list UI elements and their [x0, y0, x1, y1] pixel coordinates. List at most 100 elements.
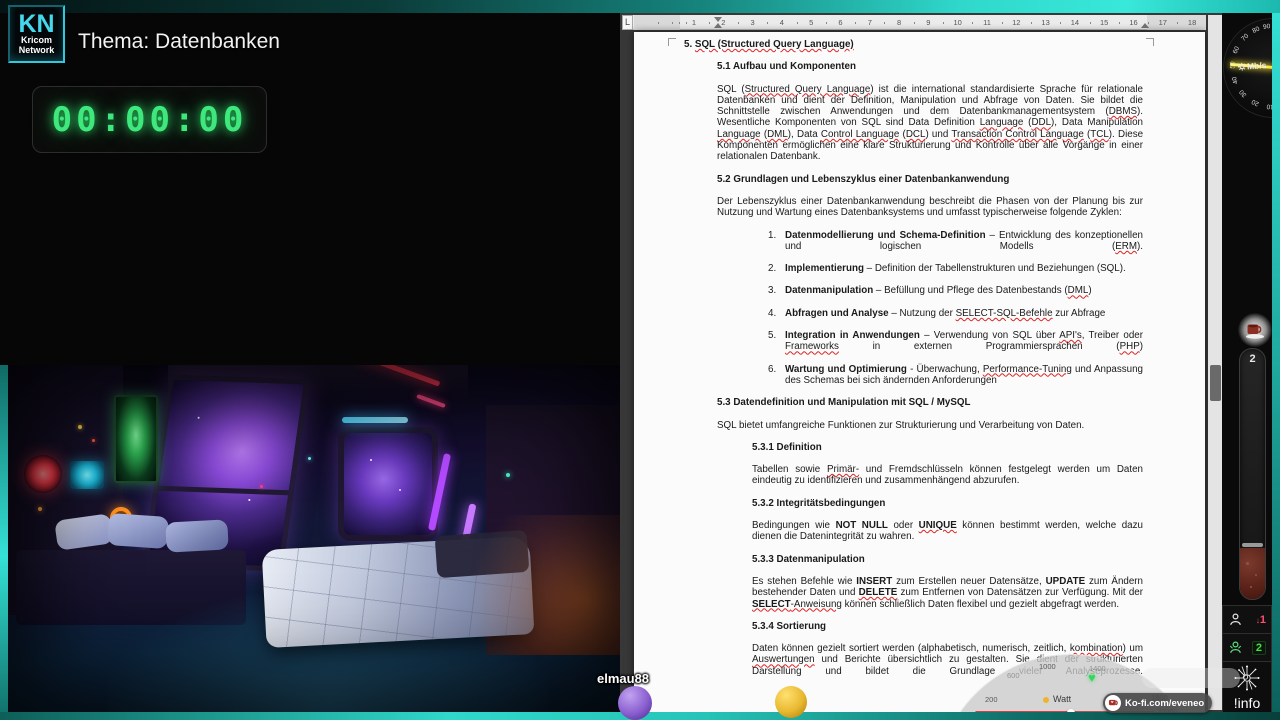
list-number: 5. [768, 330, 777, 342]
doc-text-segment: Es stehen Befehle wie [752, 575, 857, 587]
vertical-scrollbar[interactable] [1208, 15, 1223, 710]
right-indent-marker[interactable] [1141, 23, 1149, 28]
doc-text-segment: SQL bietet umfangreiche Funktionen zur S… [717, 419, 1085, 431]
doc-text-segment: Datenmanipulation [785, 285, 874, 297]
doc-text-segment: zum Entfernen von Datensätzen zur Verfüg… [897, 587, 1143, 599]
doc-text-segment: in externen Programmiersprachen ( [838, 341, 1120, 353]
list-number: 2. [768, 263, 777, 275]
person-icon-green [1229, 641, 1242, 654]
network-gauge-number: 20 [1250, 97, 1261, 108]
doc-text-segment: - Überwachung, [906, 363, 983, 375]
stream-topic-title: Thema: Datenbanken [78, 30, 280, 53]
counter-row-green: 2 [1222, 633, 1272, 661]
ruler-number: 3 [750, 18, 755, 27]
doc-text-segment: Wartung und Optimierung [785, 363, 907, 375]
ruler-tick [679, 22, 681, 24]
gear-icon [1238, 62, 1247, 71]
doc-text-segment: SELECT [752, 598, 791, 610]
doc-block-h3: 5.3.3 Datenmanipulation [752, 554, 1143, 565]
list-number: 6. [768, 363, 777, 375]
ruler-number: 10 [953, 18, 962, 27]
doc-text-segment: SQL ( [717, 83, 745, 95]
frame-strip-top [0, 0, 1280, 13]
donation-cup-icon [1238, 313, 1272, 347]
watt-indicator-dot [1043, 697, 1049, 703]
doc-text-segment: DCL [905, 128, 926, 140]
doc-text-segment: ). [1137, 240, 1143, 252]
watt-gauge-label: Watt [1053, 694, 1072, 704]
ruler-number: 8 [897, 18, 902, 27]
doc-block-h2: 5.3 Datendefinition und Manipulation mit… [717, 397, 1143, 408]
list-text: Datenmanipulation – Befüllung und Pflege… [785, 285, 1143, 296]
doc-text-segment: , Treiber oder [1081, 330, 1143, 342]
doc-text-segment: Bedingungen wie [752, 520, 836, 532]
doc-text-segment: DBMS [1108, 106, 1138, 118]
doc-content: 5. SQL (Structured Query Language) 5.1 Au… [634, 39, 1205, 688]
chat-username: elmau88 [597, 671, 650, 686]
viewer-counters: ↓1 2 !info [1222, 605, 1272, 720]
doc-text-segment: 5.3.4 Sortierung [752, 620, 827, 632]
doc-text-segment: 5.3.3 Datenmanipulation [752, 553, 865, 565]
info-command-label: !info [1233, 695, 1261, 711]
avatar-purple [618, 686, 652, 720]
doc-text-segment: INSERT [856, 575, 893, 587]
tab-stop-selector[interactable]: L [622, 15, 633, 30]
doc-text-segment: Integration in Anwendungen [785, 330, 920, 342]
list-text: Implementierung – Definition der Tabelle… [785, 263, 1143, 274]
ruler-tick [658, 22, 659, 24]
coffee-cup-icon [1246, 324, 1264, 339]
document-ruler: L 1 2 3 4 5 6 7 8 9 10 11 12 13 14 15 16 17 18 [622, 15, 1206, 30]
ruler-number: 4 [779, 18, 784, 27]
doc-text-segment: Language [717, 128, 761, 140]
frame-strip-photo-left [0, 365, 8, 712]
kofi-button-label: Ko-fi.com/eveneo [1125, 697, 1205, 709]
doc-text-segment: UNIQUE [918, 520, 957, 532]
ruler-number: 11 [983, 18, 991, 27]
ruler-tick [1060, 22, 1062, 24]
doc-block-li: 5. Integration in Anwendungen – Verwendun… [768, 330, 1143, 353]
kofi-donate-button[interactable]: Ko-fi.com/eveneo [1103, 693, 1212, 713]
ruler-number: 1 [691, 18, 697, 27]
ruler-tick [1030, 22, 1032, 24]
doc-text-segment: – Verwendung von SQL über [919, 330, 1060, 342]
logo-line1: Kricom [20, 35, 52, 45]
doc-text-segment: Frameworks [785, 341, 839, 353]
ruler-tick [1118, 22, 1120, 24]
person-icon [1230, 613, 1241, 626]
watt-gauge-number: 600 [1007, 671, 1020, 680]
ruler-tick [943, 22, 945, 24]
logo-line2: Network [18, 45, 55, 55]
doc-text-segment: -Anweisung [790, 598, 842, 610]
doc-block-h1: 5. SQL (Structured Query Language) [684, 39, 1143, 50]
ruler-number: 13 [1041, 18, 1050, 27]
doc-text-segment: zum Erstellen neuer Datensätze, [892, 575, 1046, 587]
document-page[interactable]: 5. SQL (Structured Query Language) 5.1 Au… [634, 32, 1205, 712]
ruler-tick [884, 22, 886, 24]
doc-block-p: Tabellen sowie Primär- und Fremdschlüsse… [752, 464, 1143, 487]
doc-text-segment: 5. [684, 39, 695, 50]
doc-text-segment: DML [767, 128, 788, 140]
doc-text-segment: 5.3 Datendefinition und Manipulation mit… [717, 397, 971, 409]
list-text: Wartung und Optimierung - Überwachung, P… [785, 364, 1143, 387]
stream-sidebar: 102030405060708090100 Mb/s 2 [1222, 13, 1280, 720]
hanging-indent-marker[interactable] [714, 23, 722, 28]
doc-text-segment: – Befüllung und Pflege des Datenbestands… [873, 285, 1068, 297]
doc-text-segment: Transaction Control Language [951, 128, 1084, 140]
doc-text-segment: Datenmodellierung und Schema-Definition [785, 229, 986, 241]
doc-text-segment: SELECT-SQL-Befehle [955, 307, 1053, 319]
word-document-window: L 1 2 3 4 5 6 7 8 9 10 11 12 13 14 15 16 17 18 5. SQL (St… [620, 13, 1230, 712]
first-line-indent-marker[interactable] [714, 17, 722, 22]
tube-fill [1240, 548, 1265, 599]
doc-text-segment: ), Data Manipulation [1051, 117, 1143, 129]
ruler-number: 5 [809, 18, 814, 27]
kofi-logo-icon [1105, 695, 1121, 711]
watt-gauge-number: 200 [985, 695, 998, 704]
ruler-number: 12 [1012, 18, 1021, 27]
doc-text-segment: ) um [1122, 643, 1143, 655]
doc-text-segment: DML [1067, 285, 1089, 297]
list-text: Integration in Anwendungen – Verwendung … [785, 330, 1143, 353]
scrollbar-thumb[interactable] [1210, 365, 1221, 401]
counter-green-value: 2 [1251, 640, 1266, 655]
ruler-tick [737, 22, 739, 24]
doc-block-h2: 5.1 Aufbau und Komponenten [717, 61, 1143, 72]
